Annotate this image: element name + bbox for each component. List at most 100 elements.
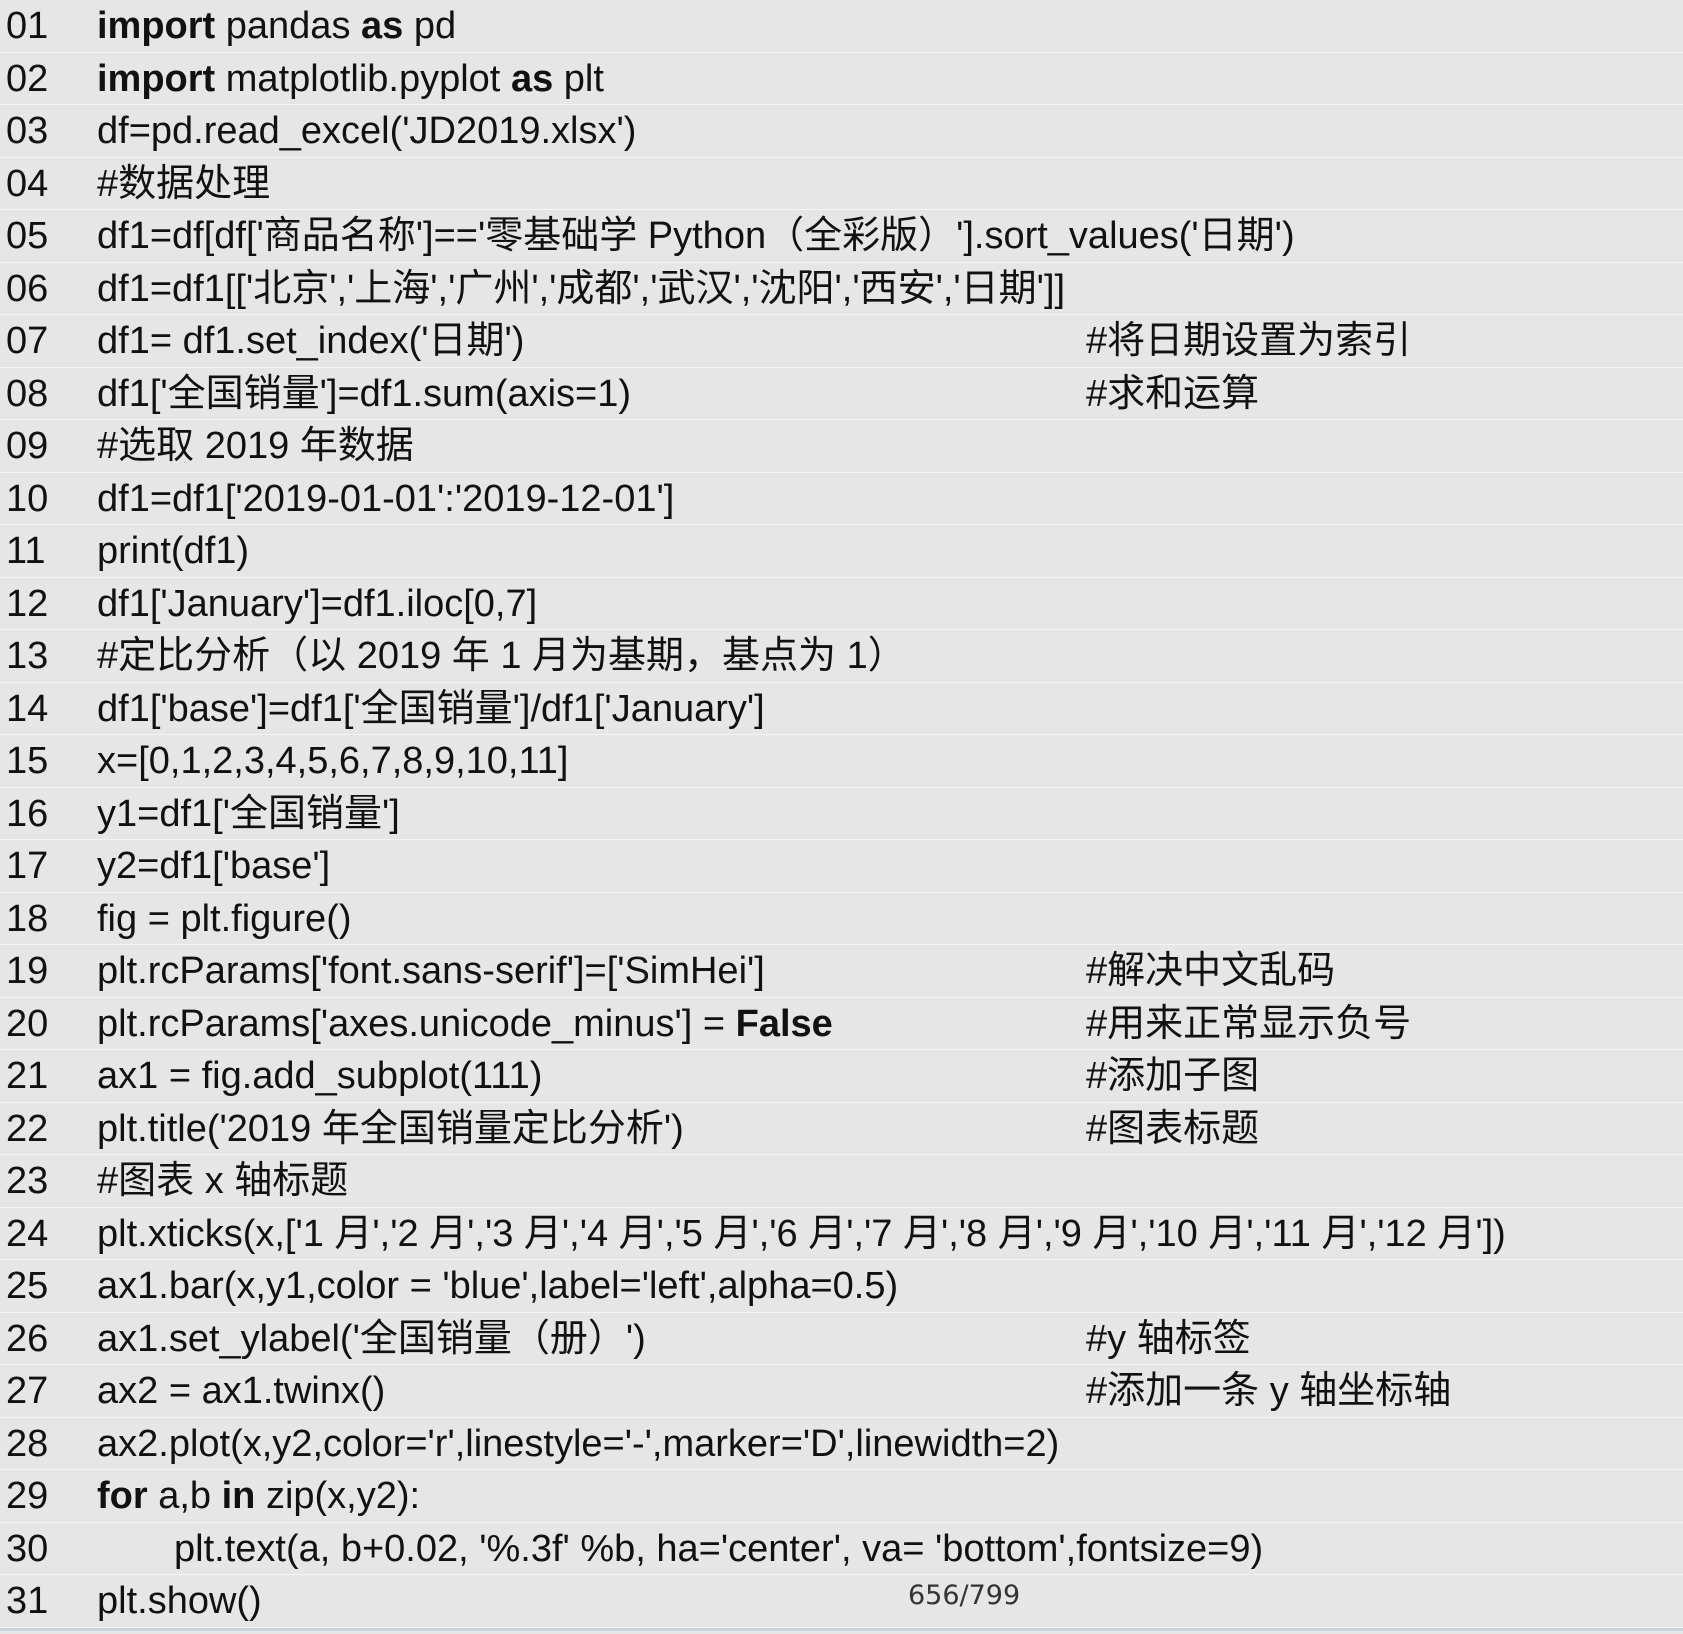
code-comment: #添加一条 y 轴坐标轴 bbox=[1086, 1370, 1452, 1412]
code-line: 28 ax2.plot(x,y2,color='r',linestyle='-',… bbox=[0, 1418, 1683, 1470]
code-segment: print(df1) bbox=[97, 530, 250, 572]
code-text: y2=df1['base'] bbox=[97, 840, 330, 892]
code-line: 01 import pandas as pd bbox=[0, 0, 1683, 53]
line-number: 24 bbox=[6, 1212, 49, 1255]
code-text: y1=df1['全国销量'] bbox=[97, 788, 400, 840]
code-line: 06 df1=df1[['北京','上海','广州','成都','武汉','沈阳'… bbox=[0, 263, 1683, 315]
code-text: df1= df1.set_index('日期') bbox=[97, 315, 524, 367]
code-text: #图表 x 轴标题 bbox=[97, 1155, 348, 1207]
code-line: 13 #定比分析（以 2019 年 1 月为基期，基点为 1） bbox=[0, 630, 1683, 683]
line-number: 05 bbox=[6, 215, 49, 257]
code-text: plt.rcParams['font.sans-serif']=['SimHei… bbox=[97, 945, 765, 997]
line-number: 28 bbox=[6, 1422, 49, 1465]
code-segment: pandas bbox=[215, 5, 362, 47]
code-line: 18 fig = plt.figure() bbox=[0, 893, 1683, 945]
code-text: plt.xticks(x,['1 月','2 月','3 月','4 月','5… bbox=[97, 1208, 1506, 1260]
code-segment: zip(x,y2): bbox=[255, 1475, 421, 1517]
line-number: 12 bbox=[6, 582, 49, 625]
line-number: 07 bbox=[6, 320, 49, 362]
code-line: 30 plt.text(a, b+0.02, '%.3f' %b, ha='cen… bbox=[0, 1523, 1683, 1575]
code-segment: df1=df[df['商品名称']=='零基础学 Python（全彩版）'].s… bbox=[97, 215, 1295, 257]
code-text: df1=df1[['北京','上海','广州','成都','武汉','沈阳','… bbox=[97, 263, 1065, 315]
code-text: ax2.plot(x,y2,color='r',linestyle='-',ma… bbox=[97, 1418, 1059, 1470]
line-number: 13 bbox=[6, 635, 49, 677]
code-segment: plt.title('2019 年全国销量定比分析') bbox=[97, 1107, 684, 1150]
code-line: 07 df1= df1.set_index('日期') #将日期设置为索引 bbox=[0, 315, 1683, 368]
line-number: 23 bbox=[6, 1160, 49, 1202]
code-segment: df=pd.read_excel('JD2019.xlsx') bbox=[97, 110, 637, 152]
code-text: ax1 = fig.add_subplot(111) bbox=[97, 1050, 542, 1102]
code-text: ax2 = ax1.twinx() bbox=[97, 1365, 385, 1417]
code-segment: y1=df1['全国销量'] bbox=[97, 792, 400, 835]
line-number: 22 bbox=[6, 1107, 49, 1150]
code-line: 15 x=[0,1,2,3,4,5,6,7,8,9,10,11] bbox=[0, 735, 1683, 788]
code-segment: x=[0,1,2,3,4,5,6,7,8,9,10,11] bbox=[97, 740, 569, 782]
code-segment: #数据处理 bbox=[97, 162, 271, 205]
code-line: 29 for a,b in zip(x,y2): bbox=[0, 1470, 1683, 1523]
code-line: 20 plt.rcParams['axes.unicode_minus'] = F… bbox=[0, 998, 1683, 1050]
code-segment: plt bbox=[553, 57, 604, 100]
code-segment: df1=df1[['北京','上海','广州','成都','武汉','沈阳','… bbox=[97, 267, 1066, 310]
code-text: df1['全国销量']=df1.sum(axis=1) bbox=[97, 368, 631, 420]
code-line: 11 print(df1) bbox=[0, 525, 1683, 578]
code-text: df1['base']=df1['全国销量']/df1['January'] bbox=[97, 683, 765, 735]
line-number: 04 bbox=[6, 162, 49, 205]
code-text: ax1.bar(x,y1,color = 'blue',label='left'… bbox=[97, 1260, 898, 1312]
line-number: 18 bbox=[6, 897, 49, 940]
code-listing: 01 import pandas as pd 02 import matplotlib… bbox=[0, 0, 1683, 1628]
code-text: print(df1) bbox=[97, 525, 249, 577]
code-text: df1=df[df['商品名称']=='零基础学 Python（全彩版）'].s… bbox=[97, 210, 1295, 262]
line-number: 31 bbox=[6, 1580, 49, 1622]
code-line: 03 df=pd.read_excel('JD2019.xlsx') bbox=[0, 105, 1683, 158]
line-number: 20 bbox=[6, 1002, 49, 1045]
code-line: 08 df1['全国销量']=df1.sum(axis=1) #求和运算 bbox=[0, 368, 1683, 420]
code-line: 23 #图表 x 轴标题 bbox=[0, 1155, 1683, 1208]
code-segment: df1= df1.set_index('日期') bbox=[97, 320, 525, 362]
code-text: #定比分析（以 2019 年 1 月为基期，基点为 1） bbox=[97, 630, 906, 682]
line-number: 25 bbox=[6, 1265, 49, 1307]
code-text: #数据处理 bbox=[97, 158, 270, 210]
line-number: 06 bbox=[6, 267, 49, 310]
code-segment: df1['全国销量']=df1.sum(axis=1) bbox=[97, 372, 632, 415]
code-segment: ax1 = fig.add_subplot(111) bbox=[97, 1055, 543, 1097]
line-number: 09 bbox=[6, 425, 49, 467]
code-segment: df1=df1['2019-01-01':'2019-12-01'] bbox=[97, 477, 675, 520]
code-segment: y2=df1['base'] bbox=[97, 845, 331, 887]
code-line: 09 #选取 2019 年数据 bbox=[0, 420, 1683, 473]
line-number: 10 bbox=[6, 477, 49, 520]
code-comment: #将日期设置为索引 bbox=[1086, 320, 1412, 362]
code-text: #选取 2019 年数据 bbox=[97, 420, 414, 472]
code-segment: plt.show() bbox=[97, 1580, 262, 1622]
page-number: 656/799 bbox=[908, 1580, 1021, 1611]
code-segment: plt.xticks(x,['1 月','2 月','3 月','4 月','5… bbox=[97, 1212, 1506, 1255]
code-segment: plt.text(a, b+0.02, '%.3f' %b, ha='cente… bbox=[174, 1527, 1264, 1570]
code-line: 19 plt.rcParams['font.sans-serif']=['SimH… bbox=[0, 945, 1683, 998]
code-comment: #y 轴标签 bbox=[1086, 1317, 1251, 1360]
line-number: 17 bbox=[6, 845, 49, 887]
code-segment: ax1.set_ylabel('全国销量（册）') bbox=[97, 1317, 646, 1360]
line-number: 30 bbox=[6, 1527, 49, 1570]
line-number: 29 bbox=[6, 1475, 49, 1517]
line-number: 01 bbox=[6, 5, 49, 47]
code-text: import pandas as pd bbox=[97, 0, 456, 52]
code-keyword: import bbox=[97, 5, 216, 47]
code-line: 14 df1['base']=df1['全国销量']/df1['January'] bbox=[0, 683, 1683, 735]
code-segment: ax2 = ax1.twinx() bbox=[97, 1370, 386, 1412]
code-keyword: as bbox=[510, 57, 554, 100]
code-segment: df1['base']=df1['全国销量']/df1['January'] bbox=[97, 687, 765, 730]
code-keyword: for bbox=[97, 1475, 148, 1517]
code-text: plt.title('2019 年全国销量定比分析') bbox=[97, 1103, 684, 1155]
code-comment: #求和运算 bbox=[1086, 372, 1260, 415]
line-number: 03 bbox=[6, 110, 49, 152]
code-segment: plt.rcParams['axes.unicode_minus'] = bbox=[97, 1002, 736, 1045]
code-line: 10 df1=df1['2019-01-01':'2019-12-01'] bbox=[0, 473, 1683, 525]
line-number: 26 bbox=[6, 1317, 49, 1360]
code-keyword: in bbox=[221, 1475, 256, 1517]
code-text: df1['January']=df1.iloc[0,7] bbox=[97, 578, 537, 630]
code-line: 02 import matplotlib.pyplot as plt bbox=[0, 53, 1683, 105]
line-number: 21 bbox=[6, 1055, 49, 1097]
code-segment: ax1.bar(x,y1,color = 'blue',label='left'… bbox=[97, 1265, 899, 1307]
code-line: 04 #数据处理 bbox=[0, 158, 1683, 210]
code-keyword: as bbox=[361, 5, 404, 47]
code-line: 05 df1=df[df['商品名称']=='零基础学 Python（全彩版）']… bbox=[0, 210, 1683, 263]
